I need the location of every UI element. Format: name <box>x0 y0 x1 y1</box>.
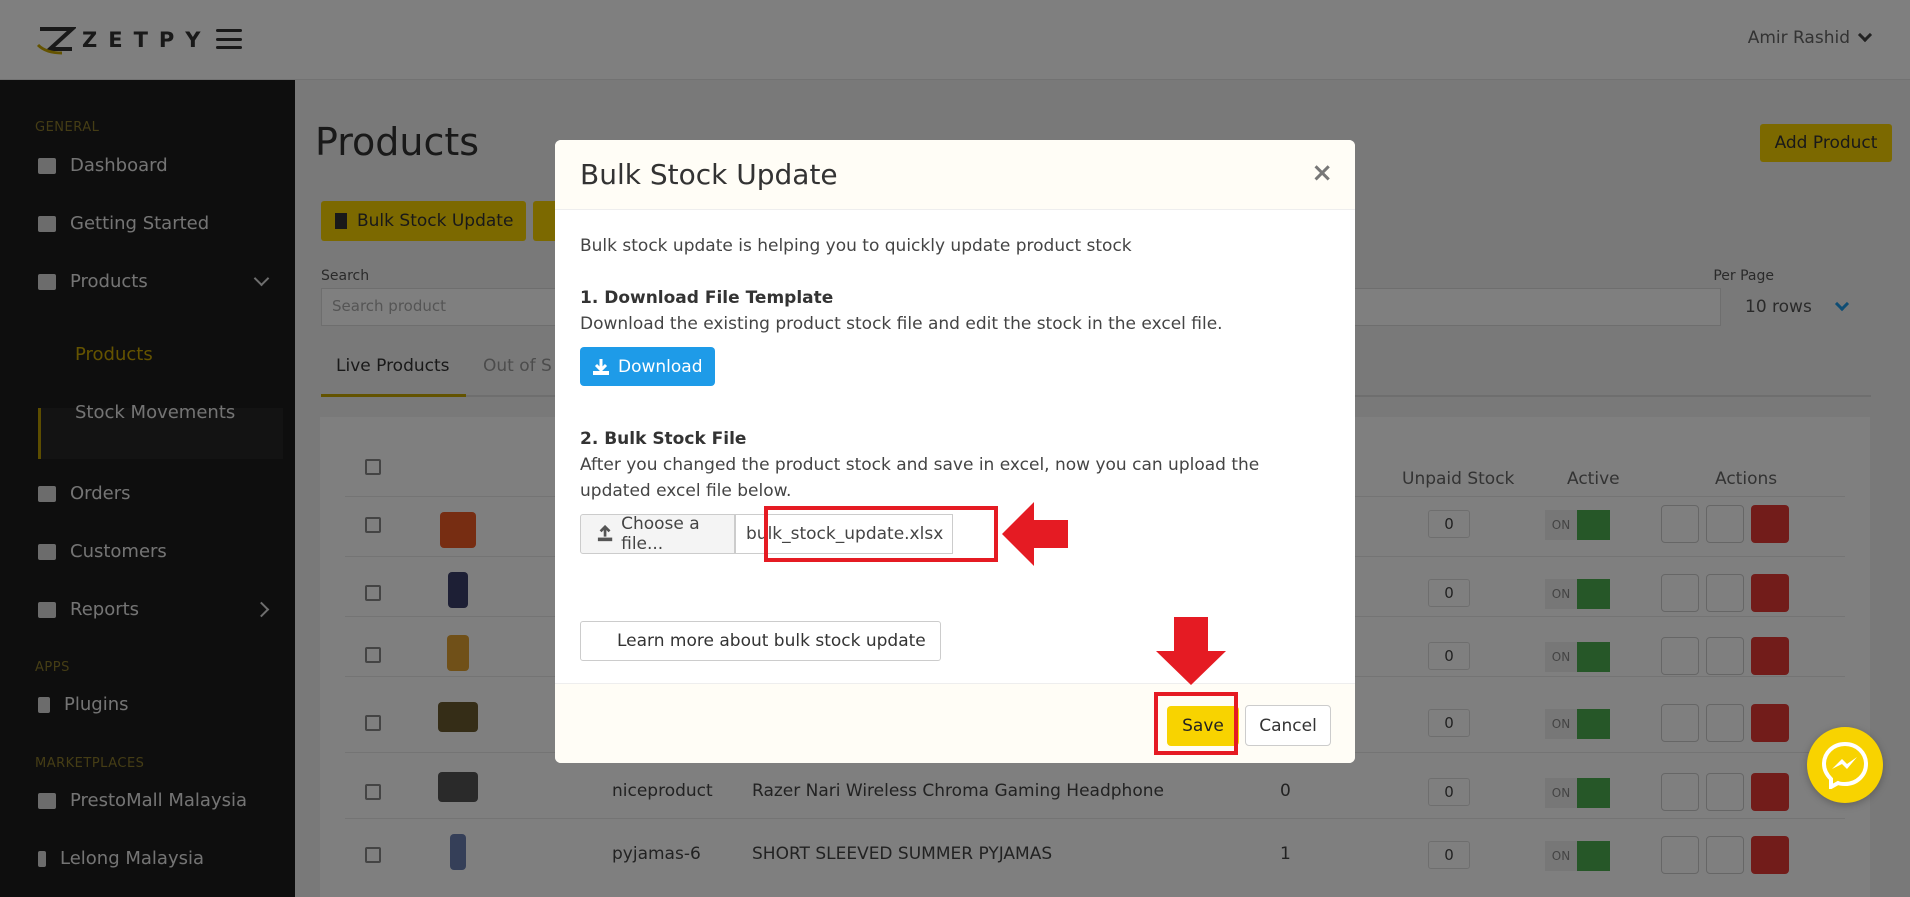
step2-text: After you changed the product stock and … <box>580 455 1260 501</box>
choose-file-label: Choose a file... <box>621 514 700 554</box>
choose-file-button[interactable]: Choose a file... <box>580 514 735 554</box>
download-icon <box>593 358 609 375</box>
download-label: Download <box>618 356 703 377</box>
messenger-icon <box>1821 741 1869 789</box>
step1-text: Download the existing product stock file… <box>580 314 1223 334</box>
step1-title: 1. Download File Template <box>580 288 834 308</box>
modal-header: Bulk Stock Update × <box>555 140 1355 210</box>
arrow-left-icon <box>1002 502 1068 566</box>
learn-more-button[interactable]: Learn more about bulk stock update <box>580 621 941 661</box>
close-icon[interactable]: × <box>1311 158 1333 188</box>
save-highlight-box <box>1154 692 1238 755</box>
download-button[interactable]: Download <box>580 347 715 386</box>
cancel-button[interactable]: Cancel <box>1245 705 1331 746</box>
bulk-stock-update-modal: Bulk Stock Update × Bulk stock update is… <box>555 140 1355 763</box>
modal-title: Bulk Stock Update <box>580 158 838 191</box>
modal-intro-text: Bulk stock update is helping you to quic… <box>580 236 1132 256</box>
step2-title: 2. Bulk Stock File <box>580 429 747 449</box>
arrow-down-icon <box>1156 617 1226 685</box>
upload-icon <box>597 525 613 542</box>
messenger-chat-button[interactable] <box>1807 727 1883 803</box>
file-name-highlight-box <box>764 506 998 562</box>
